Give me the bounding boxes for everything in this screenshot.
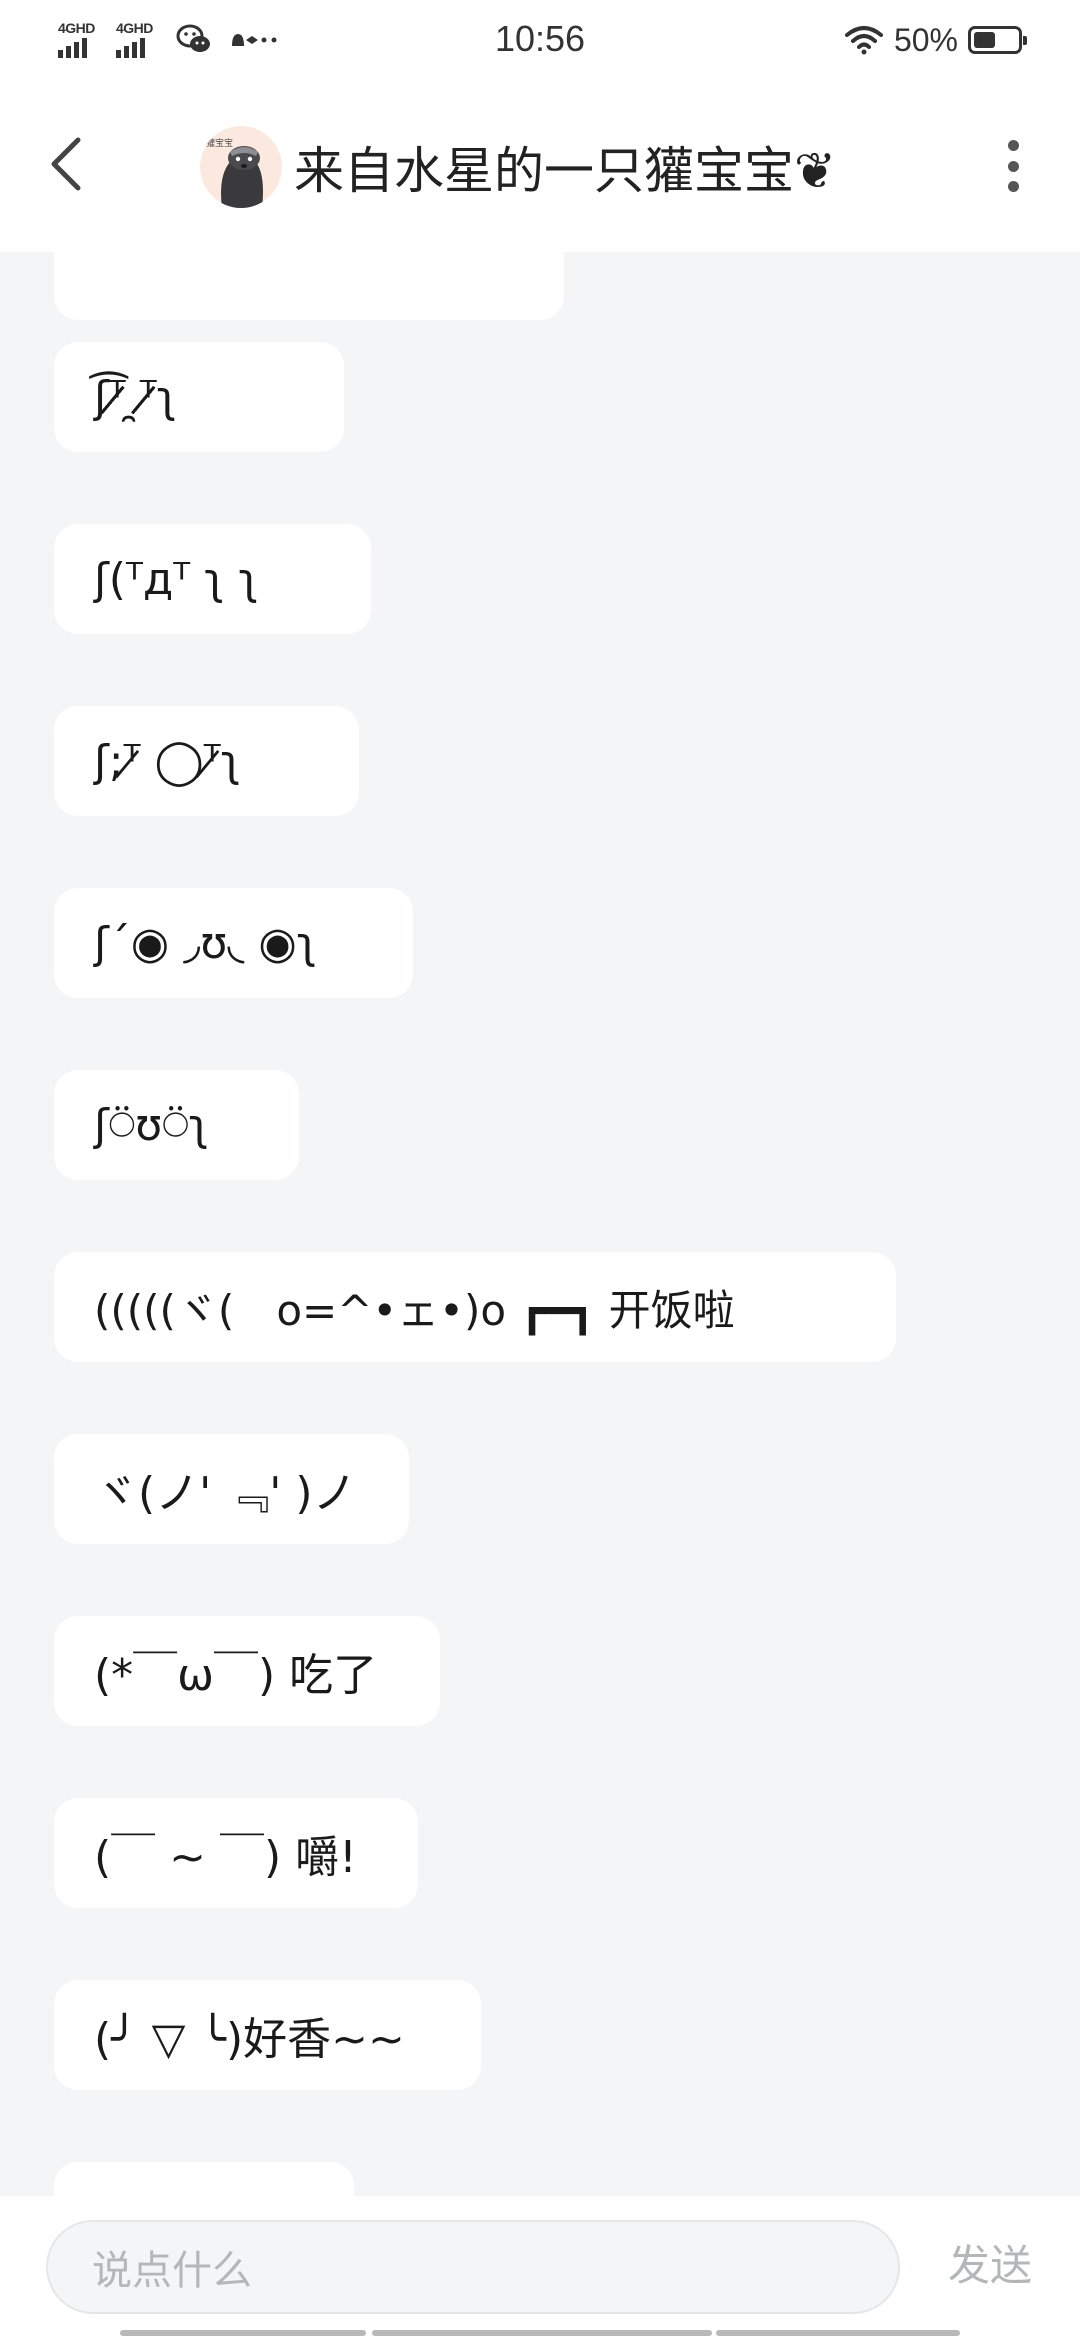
message-bubble[interactable]: ʃ⍥ʊ⍥ʅ: [54, 1070, 299, 1180]
message-text: (((((ヾ( o=^•ェ•)o ┏━┓ 开饭啦: [94, 1285, 735, 1335]
message-input-bar: 说点什么 发送: [0, 2196, 1080, 2340]
chat-message-list[interactable]: ʃ͡ᵀ̷̷̷̷̷̷̷̷̷̷̷̷̷̷̷̷̷̷ ̯ᵀ̷̷̷̷̷̷̷̷̷̷̷̷̷̷̷̷…: [0, 252, 1080, 2196]
battery-icon: [968, 26, 1027, 54]
status-bar-right: 50%: [844, 20, 1027, 60]
message-bubble-partial[interactable]: [54, 252, 564, 320]
message-text: ʃ´◉ ◞ʊ◟ ◉ʅ: [94, 917, 318, 969]
home-indicator: [716, 2330, 960, 2336]
message-bubble[interactable]: ʃ(ᵀдᵀ ʅ ʅ: [54, 524, 371, 634]
home-indicator: [372, 2330, 712, 2336]
message-text: ʃ⍥ʊ⍥ʅ: [94, 1099, 210, 1151]
message-bubble[interactable]: (￣ ~ ￣) 嚼!: [54, 1798, 418, 1908]
message-bubble[interactable]: (((((ヾ( o=^•ェ•)o ┏━┓ 开饭啦: [54, 1252, 896, 1362]
battery-percentage: 50%: [893, 21, 958, 58]
avatar-text: 獾宝宝: [206, 137, 233, 149]
message-bubble[interactable]: ʃ´◉ ◞ʊ◟ ◉ʅ: [54, 888, 413, 998]
message-text: ʃ͡ᵀ̷̷̷̷̷̷̷̷̷̷̷̷̷̷̷̷̷̷ ̯ᵀ̷̷̷̷̷̷̷̷̷̷̷̷̷̷̷̷…: [94, 371, 177, 423]
chat-header: 獾宝宝 来自水星的一只獾宝宝❦: [0, 86, 1080, 252]
avatar[interactable]: 獾宝宝: [200, 126, 282, 208]
chevron-left-icon: [51, 137, 81, 191]
chat-title: 来自水星的一只獾宝宝❦: [294, 142, 836, 200]
message-bubble[interactable]: ʃ;ᵀ̷̷ ◯ᵀ̷̷ʅ: [54, 706, 359, 816]
message-text: ʃ(ᵀдᵀ ʅ ʅ: [94, 553, 259, 605]
home-indicator: [120, 2330, 366, 2336]
send-button[interactable]: 发送: [948, 2232, 1032, 2293]
message-bubble[interactable]: (*￣ω￣) 吃了: [54, 1616, 440, 1726]
message-text: (￣ ~ ￣) 嚼!: [94, 1832, 357, 1883]
message-bubble[interactable]: (╯ ▽ ╰)好香~~: [54, 1980, 481, 2090]
battery-fill: [974, 32, 995, 48]
message-text: ヾ(ノ' ﹃' )ノ: [94, 1468, 357, 1519]
wifi-icon: [844, 20, 884, 60]
message-bubble-partial[interactable]: [54, 2162, 354, 2196]
message-bubble[interactable]: ヾ(ノ' ﹃' )ノ: [54, 1434, 409, 1544]
message-text: (╯ ▽ ╰)好香~~: [94, 2014, 405, 2065]
message-input-placeholder: 说点什么: [92, 2248, 252, 2294]
back-button[interactable]: [36, 132, 96, 196]
chat-title-area[interactable]: 獾宝宝 来自水星的一只獾宝宝❦: [200, 126, 836, 208]
message-text: (*￣ω￣) 吃了: [94, 1650, 378, 1701]
message-text: ʃ;ᵀ̷̷ ◯ᵀ̷̷ʅ: [94, 735, 241, 787]
message-input[interactable]: 说点什么: [46, 2220, 900, 2314]
status-bar: 4GHD 4GHD 10:56 50%: [0, 0, 1080, 86]
more-options-button[interactable]: [998, 136, 1028, 196]
message-bubble[interactable]: ʃ͡ᵀ̷̷̷̷̷̷̷̷̷̷̷̷̷̷̷̷̷̷ ̯ᵀ̷̷̷̷̷̷̷̷̷̷̷̷̷̷̷̷…: [54, 342, 344, 452]
more-vertical-icon: [1007, 140, 1019, 151]
